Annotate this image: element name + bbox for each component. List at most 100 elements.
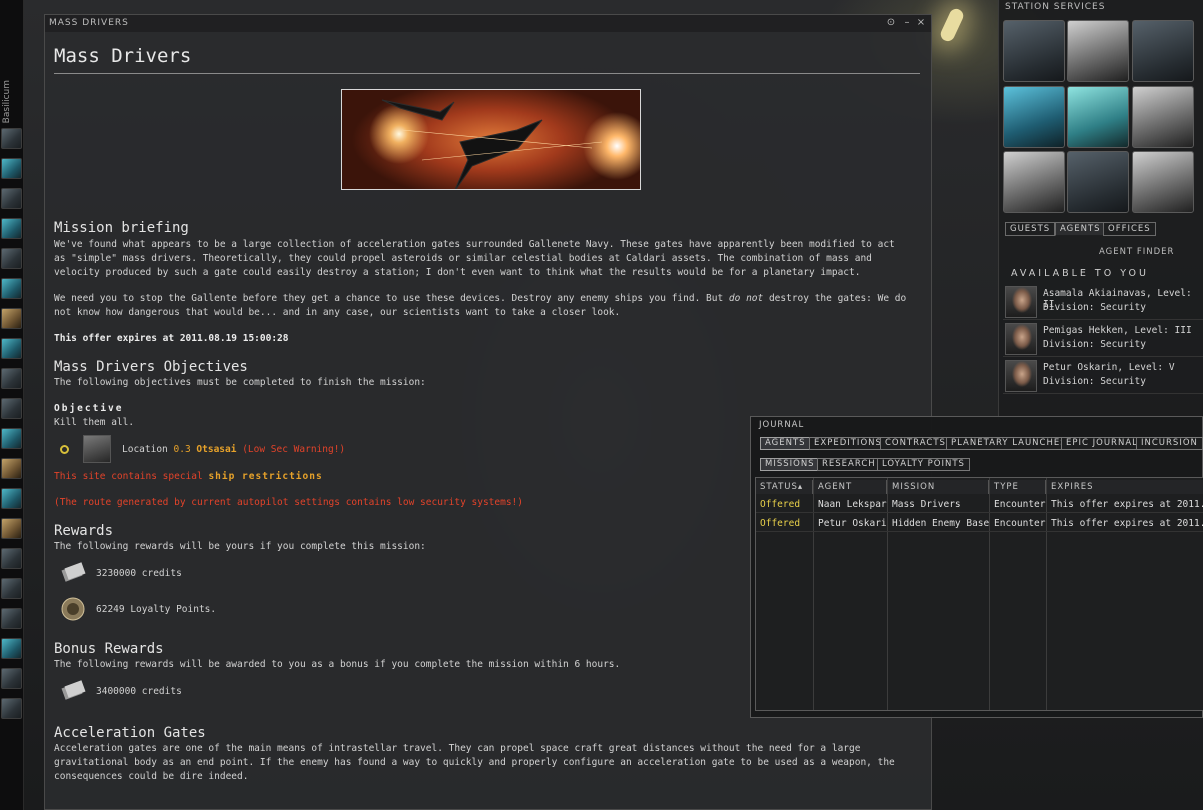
objectives-title: Mass Drivers Objectives <box>54 359 248 375</box>
neocom-wallet-icon[interactable] <box>1 548 22 569</box>
ship-restrictions-link[interactable]: ship restrictions <box>208 471 322 482</box>
table-row[interactable]: Offered Naan Lekspar Mass Drivers Encoun… <box>756 496 1203 513</box>
status-header-label: STATUS <box>760 482 798 492</box>
tab-journal-planetary-launches[interactable]: PLANETARY LAUNCHES <box>946 437 1072 450</box>
agent-list-item[interactable]: Pemigas Hekken, Level: III Division: Sec… <box>1003 321 1203 357</box>
column-header-agent[interactable]: AGENT <box>814 480 887 494</box>
bonus-rewards-title: Bonus Rewards <box>54 641 164 657</box>
briefing-paragraph-2: We need you to stop the Gallente before … <box>54 292 909 320</box>
agent-finder-button[interactable]: AGENT FINDER <box>1099 247 1174 257</box>
agent-portrait <box>1005 360 1037 392</box>
briefing-p2-start: We need you to stop the Gallente before … <box>54 293 729 304</box>
neocom-settings-icon[interactable] <box>1 698 22 719</box>
mission-type: Encounter <box>994 518 1046 529</box>
neocom-help-icon[interactable] <box>1 638 22 659</box>
insurance-icon[interactable] <box>1132 86 1194 148</box>
neocom-fitting-icon[interactable] <box>1 428 22 449</box>
isk-icon <box>59 559 87 587</box>
mission-name: Hidden Enemy Base <box>892 518 989 529</box>
repair-shop-icon[interactable] <box>1067 20 1129 82</box>
bonus-isk-icon <box>59 677 87 705</box>
column-header-expires[interactable]: EXPIRES <box>1047 480 1203 494</box>
minimize-icon[interactable]: – <box>901 17 913 29</box>
low-sec-warning: (Low Sec Warning!) <box>242 444 346 455</box>
neocom-industry-icon[interactable] <box>1 248 22 269</box>
objective-location: Location 0.3 Otsasai (Low Sec Warning!) <box>122 443 722 457</box>
column-header-type[interactable]: TYPE <box>990 480 1046 494</box>
neocom-corp-icon[interactable] <box>1 458 22 479</box>
neocom-market-icon[interactable] <box>1 218 22 239</box>
mission-type: Encounter <box>994 499 1046 510</box>
neocom-journal-icon[interactable] <box>1 338 22 359</box>
neocom-notepad-icon[interactable] <box>1 308 22 329</box>
subtab-missions[interactable]: MISSIONS <box>760 458 820 471</box>
mission-name: Mass Drivers <box>892 499 961 510</box>
restriction-prefix: This site contains special <box>54 471 203 482</box>
clone-bay-icon[interactable] <box>1132 151 1194 213</box>
mission-agent: Naan Lekspar <box>818 499 887 510</box>
neocom-skills-icon[interactable] <box>1 158 22 179</box>
rewards-title: Rewards <box>54 523 114 539</box>
mission-status: Offered <box>760 499 801 510</box>
location-icon[interactable] <box>83 435 111 463</box>
fitting-service-icon[interactable] <box>1003 151 1065 213</box>
objective-status-icon <box>60 445 69 454</box>
tab-journal-epic-journal[interactable]: EPIC JOURNAL <box>1061 437 1143 450</box>
location-security: 0.3 <box>173 444 191 455</box>
agent-division: Division: Security <box>1043 339 1146 350</box>
mission-window-title: MASS DRIVERS <box>49 18 129 28</box>
neocom-character-icon[interactable] <box>1 128 22 149</box>
settings-icon[interactable]: ⊙ <box>885 17 897 29</box>
close-icon[interactable]: × <box>915 17 927 29</box>
agent-list-item[interactable]: Petur Oskarin, Level: V Division: Securi… <box>1003 358 1203 394</box>
character-customization-icon[interactable] <box>1067 151 1129 213</box>
neocom-music-icon[interactable] <box>1 578 22 599</box>
tab-offices[interactable]: OFFICES <box>1103 222 1156 236</box>
sort-ascending-icon: ▴ <box>797 482 804 492</box>
agent-portrait <box>1005 286 1037 318</box>
tab-journal-incursion[interactable]: INCURSION <box>1136 437 1203 450</box>
reward-lp: 62249 Loyalty Points. <box>96 604 217 615</box>
missions-table: STATUS▴ AGENT MISSION TYPE EXPIRES Offer… <box>755 477 1203 711</box>
neocom-people-icon[interactable] <box>1 488 22 509</box>
mission-expires: This offer expires at 2011.08.19 <box>1051 518 1203 529</box>
neocom-map-icon[interactable] <box>1 278 22 299</box>
briefing-p2-emphasis: do not <box>728 293 764 304</box>
tab-journal-expeditions[interactable]: EXPEDITIONS <box>809 437 887 450</box>
objective-label: Objective <box>54 403 124 414</box>
journal-title: JOURNAL <box>759 420 805 430</box>
loyalty-points-icon <box>59 595 87 623</box>
tab-agents[interactable]: AGENTS <box>1055 222 1106 236</box>
mission-window-titlebar[interactable]: MASS DRIVERS ⊙ – × <box>45 15 931 32</box>
neocom-sidebar: Basilicum <box>0 0 24 810</box>
bonus-credits: 3400000 credits <box>96 686 182 697</box>
neocom-character-name: Basilicum <box>2 80 12 124</box>
neocom-inventory-icon[interactable] <box>1 398 22 419</box>
station-services-panel: STATION SERVICES GUESTS AGENTS OFFICES A… <box>998 0 1203 420</box>
reprocessing-plant-icon[interactable] <box>1067 86 1129 148</box>
tab-journal-contracts[interactable]: CONTRACTS <box>880 437 951 450</box>
subtab-loyalty-points[interactable]: LOYALTY POINTS <box>877 458 970 471</box>
character-recruitment-icon[interactable] <box>1003 20 1065 82</box>
tab-journal-agents[interactable]: AGENTS <box>760 437 811 450</box>
agent-list-item[interactable]: Asamala Akiainavas, Level: II Division: … <box>1003 284 1203 320</box>
agent-name: Petur Oskarin, Level: V <box>1043 362 1175 373</box>
militia-office-icon[interactable] <box>1132 20 1194 82</box>
location-label: Location <box>122 444 168 455</box>
offer-expiry: This offer expires at 2011.08.19 15:00:2… <box>54 333 289 344</box>
column-header-mission[interactable]: MISSION <box>888 480 989 494</box>
tab-guests[interactable]: GUESTS <box>1005 222 1056 236</box>
location-system-link[interactable]: Otsasai <box>196 444 236 455</box>
mission-expires: This offer expires at 2011.08.19 <box>1051 499 1203 510</box>
column-header-status[interactable]: STATUS▴ <box>756 480 813 494</box>
station-services-title: STATION SERVICES <box>1005 2 1106 12</box>
agent-name: Pemigas Hekken, Level: III <box>1043 325 1192 336</box>
subtab-research[interactable]: RESEARCH <box>817 458 881 471</box>
table-row[interactable]: Offered Petur Oskarin Hidden Enemy Base … <box>756 515 1203 532</box>
market-service-icon[interactable] <box>1003 86 1065 148</box>
neocom-assets-icon[interactable] <box>1 518 22 539</box>
neocom-mail-icon[interactable] <box>1 188 22 209</box>
neocom-ships-icon[interactable] <box>1 668 22 689</box>
neocom-starmap-icon[interactable] <box>1 368 22 389</box>
neocom-contracts-icon[interactable] <box>1 608 22 629</box>
